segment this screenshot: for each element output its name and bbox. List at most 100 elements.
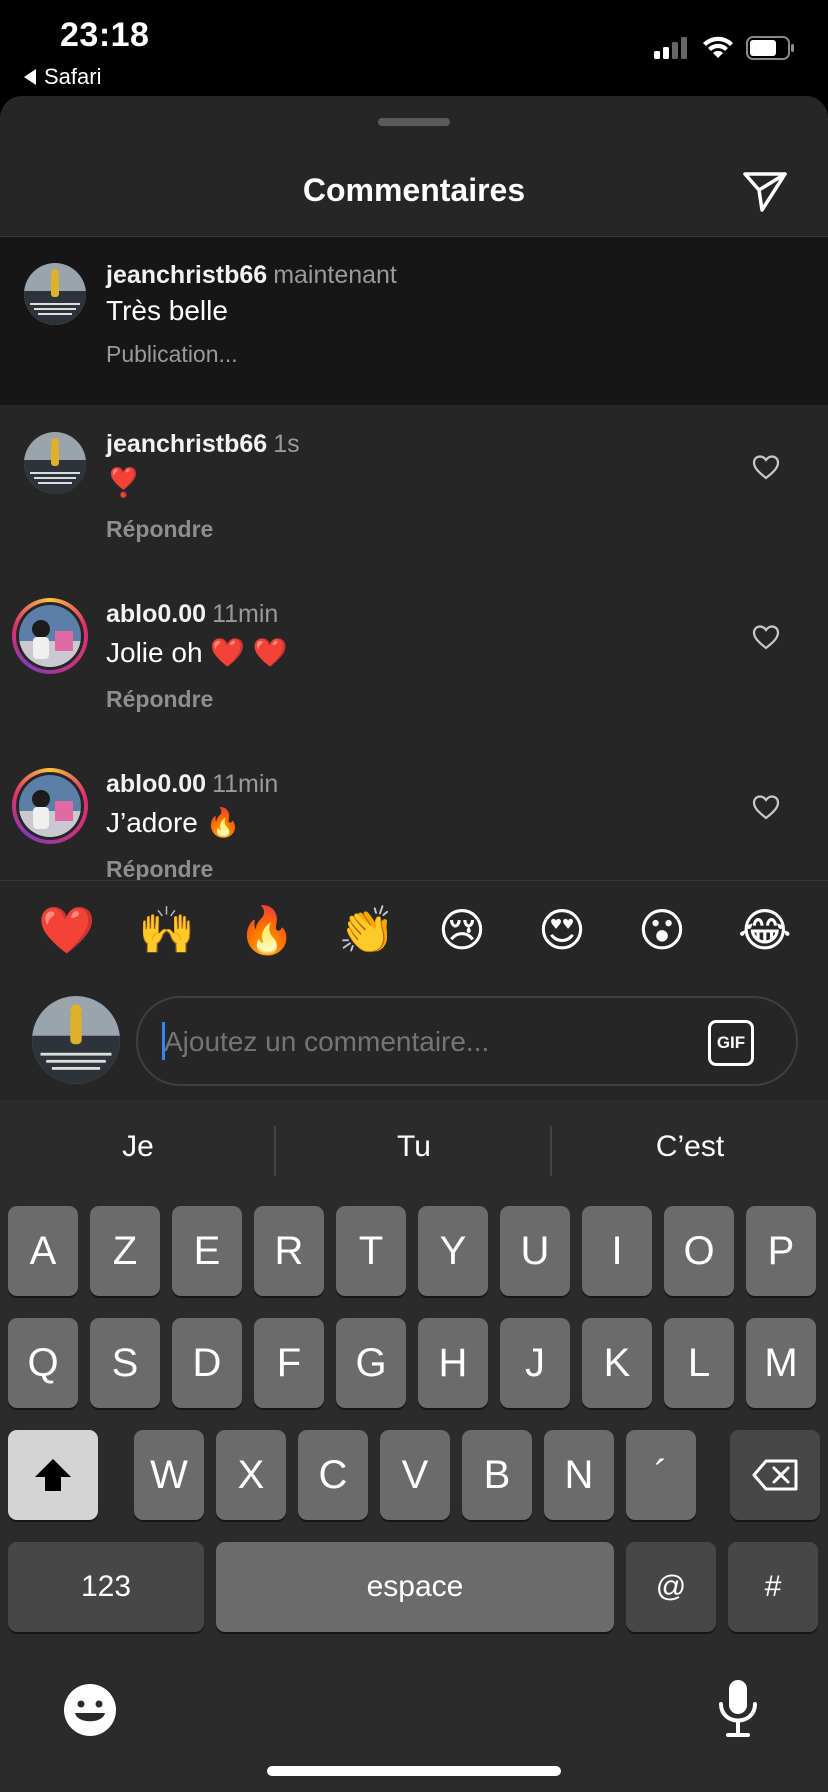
reaction-heart[interactable]: ❤️ xyxy=(38,907,95,953)
heart-icon[interactable] xyxy=(752,794,780,820)
comment-item: ablo0.00 11min Jolie oh ❤️ ❤️ Répondre xyxy=(0,576,828,746)
comment-header: jeanchristb66 1s xyxy=(106,430,300,459)
comment-username[interactable]: ablo0.00 xyxy=(106,770,206,798)
reaction-heart-eyes[interactable]: 😍 xyxy=(538,907,586,953)
space-key[interactable]: espace xyxy=(216,1542,614,1632)
microphone-icon[interactable] xyxy=(716,1678,760,1740)
key[interactable]: F xyxy=(254,1318,324,1408)
status-icons xyxy=(654,36,796,60)
key[interactable]: U xyxy=(500,1206,570,1296)
reaction-laughing[interactable]: 😂 xyxy=(738,907,792,953)
back-arrow-icon xyxy=(24,69,36,85)
emoji-keyboard-icon[interactable] xyxy=(62,1682,118,1738)
sheet-header: Commentaires xyxy=(0,136,828,236)
key[interactable]: K xyxy=(582,1318,652,1408)
shift-key[interactable] xyxy=(8,1430,98,1520)
key[interactable]: C xyxy=(298,1430,368,1520)
caption-row: jeanchristb66 maintenant Très belle Publi… xyxy=(0,237,828,405)
suggestion[interactable]: Tu xyxy=(276,1130,552,1164)
comment-text: J’adore 🔥 xyxy=(106,807,241,838)
hash-key[interactable]: # xyxy=(728,1542,818,1632)
comment-input[interactable] xyxy=(164,1026,644,1058)
key[interactable]: ´ xyxy=(626,1430,696,1520)
reaction-surprised[interactable]: 😮 xyxy=(638,907,686,953)
key[interactable]: R xyxy=(254,1206,324,1296)
keyboard: Je Tu C’est A Z E R T Y U I O P Q S D F … xyxy=(0,1100,828,1792)
reply-button[interactable]: Répondre xyxy=(106,856,213,880)
key[interactable]: H xyxy=(418,1318,488,1408)
comment-time: 1s xyxy=(273,430,300,458)
key[interactable]: M xyxy=(746,1318,816,1408)
key[interactable]: I xyxy=(582,1206,652,1296)
avatar-story-ring[interactable] xyxy=(12,598,88,674)
comment-username[interactable]: ablo0.00 xyxy=(106,600,206,628)
comment-text: Très belle xyxy=(106,295,228,326)
avatar[interactable] xyxy=(24,432,86,494)
reaction-clap[interactable]: 👏 xyxy=(338,907,395,953)
suggestion[interactable]: C’est xyxy=(552,1130,828,1164)
key[interactable]: P xyxy=(746,1206,816,1296)
comment-header: jeanchristb66 maintenant xyxy=(106,261,397,290)
comment-input-bar: GIF xyxy=(0,980,828,1100)
key[interactable]: B xyxy=(462,1430,532,1520)
comment-username[interactable]: jeanchristb66 xyxy=(106,430,267,458)
key[interactable]: Q xyxy=(8,1318,78,1408)
sheet-grabber[interactable] xyxy=(378,118,450,126)
reply-button[interactable]: Répondre xyxy=(106,516,213,543)
key[interactable]: A xyxy=(8,1206,78,1296)
comment-time: 11min xyxy=(212,770,279,798)
key[interactable]: V xyxy=(380,1430,450,1520)
numbers-key[interactable]: 123 xyxy=(8,1542,204,1632)
home-indicator[interactable] xyxy=(267,1766,561,1776)
key[interactable]: S xyxy=(90,1318,160,1408)
key[interactable]: D xyxy=(172,1318,242,1408)
reaction-raised-hands[interactable]: 🙌 xyxy=(138,907,195,953)
comment-header: ablo0.00 11min xyxy=(106,600,278,629)
heart-icon[interactable] xyxy=(752,454,780,480)
shift-arrow-icon xyxy=(35,1459,71,1491)
heart-icon[interactable] xyxy=(752,624,780,650)
paper-plane-icon[interactable] xyxy=(740,166,790,216)
avatar xyxy=(19,775,81,837)
comment-time: 11min xyxy=(212,600,279,628)
key[interactable]: N xyxy=(544,1430,614,1520)
key[interactable]: T xyxy=(336,1206,406,1296)
key[interactable]: X xyxy=(216,1430,286,1520)
comment-header: ablo0.00 11min xyxy=(106,770,278,799)
reply-button[interactable]: Répondre xyxy=(106,686,213,713)
key[interactable]: L xyxy=(664,1318,734,1408)
quick-reactions: ❤️ 🙌 🔥 👏 😢 😍 😮 😂 xyxy=(0,880,828,981)
key[interactable]: W xyxy=(134,1430,204,1520)
signal-icon xyxy=(654,37,687,59)
reaction-fire[interactable]: 🔥 xyxy=(238,907,295,953)
key[interactable]: O xyxy=(664,1206,734,1296)
comment-item: ablo0.00 11min J’adore 🔥 Répondre xyxy=(0,746,828,880)
suggestion[interactable]: Je xyxy=(0,1130,276,1164)
comment-text: Jolie oh ❤️ ❤️ xyxy=(106,637,288,668)
sheet-title: Commentaires xyxy=(302,172,526,208)
at-key[interactable]: @ xyxy=(626,1542,716,1632)
key[interactable]: Y xyxy=(418,1206,488,1296)
my-avatar xyxy=(32,996,120,1084)
avatar-story-ring[interactable] xyxy=(12,768,88,844)
comment-time: maintenant xyxy=(273,261,397,289)
reaction-crying[interactable]: 😢 xyxy=(438,907,486,953)
wifi-icon xyxy=(703,36,733,58)
comment-item: jeanchristb66 1s ❣️ Répondre xyxy=(0,406,828,576)
backspace-key[interactable] xyxy=(730,1430,820,1520)
comment-text: ❣️ xyxy=(106,467,141,498)
key[interactable]: E xyxy=(172,1206,242,1296)
key[interactable]: J xyxy=(500,1318,570,1408)
status-bar: 23:18 Safari xyxy=(0,0,828,96)
comment-username[interactable]: jeanchristb66 xyxy=(106,261,267,289)
back-to-safari[interactable]: Safari xyxy=(24,64,101,90)
key[interactable]: G xyxy=(336,1318,406,1408)
back-app-label: Safari xyxy=(44,64,102,89)
posting-status: Publication... xyxy=(106,341,238,367)
backspace-icon xyxy=(752,1459,798,1491)
gif-button[interactable]: GIF xyxy=(708,1020,754,1066)
comment-input-container[interactable]: GIF xyxy=(136,996,798,1086)
avatar[interactable] xyxy=(24,263,86,325)
avatar xyxy=(19,605,81,667)
key[interactable]: Z xyxy=(90,1206,160,1296)
